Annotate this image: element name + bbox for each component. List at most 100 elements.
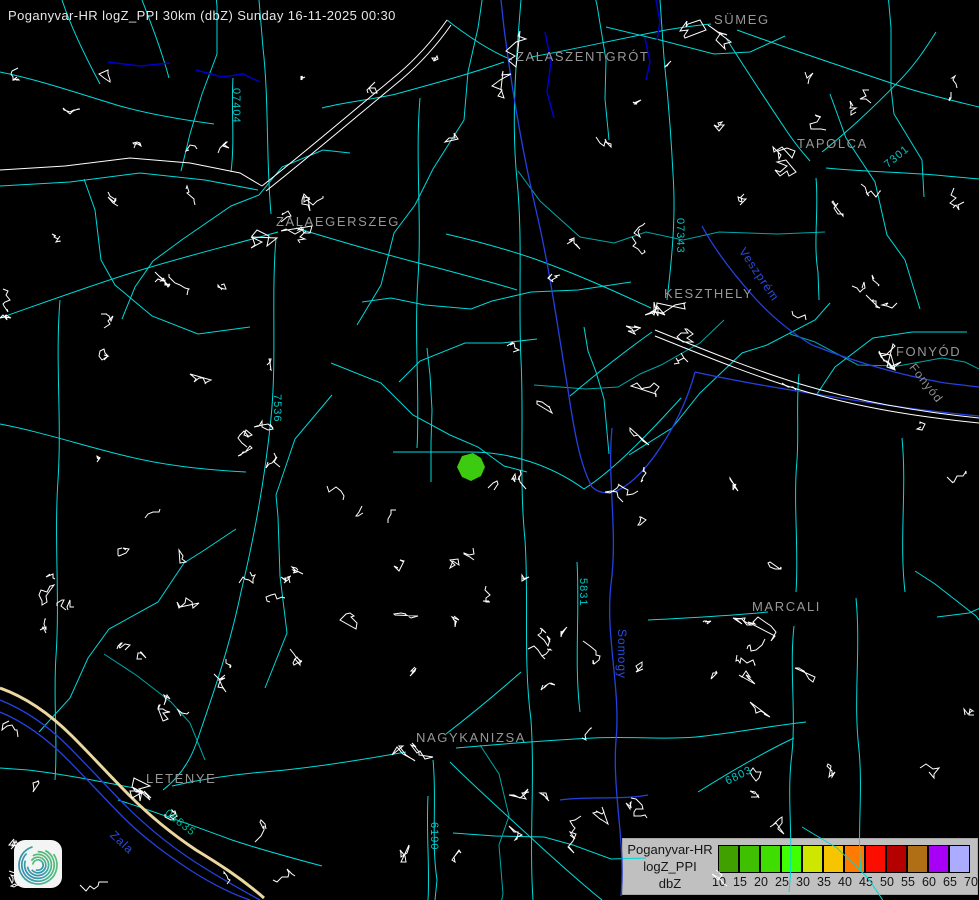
map-line <box>606 27 785 54</box>
map-line <box>218 681 226 692</box>
met-service-spiral-logo <box>14 840 62 888</box>
map-line <box>488 481 498 490</box>
map-line <box>522 575 529 581</box>
map-line <box>789 626 794 892</box>
map-line <box>680 20 706 38</box>
map-line <box>267 359 271 370</box>
map-line <box>218 142 229 153</box>
map-line <box>947 471 966 483</box>
map-line <box>179 550 186 563</box>
map-line <box>432 56 438 61</box>
map-line <box>775 160 796 176</box>
map-line <box>805 72 813 84</box>
map-line <box>169 274 189 295</box>
map-line <box>118 800 322 866</box>
map-line <box>605 484 624 502</box>
map-line <box>631 798 647 818</box>
map-line <box>266 453 280 468</box>
map-line <box>400 845 409 862</box>
map-line <box>137 652 146 659</box>
map-line <box>331 363 527 472</box>
map-line <box>450 559 459 568</box>
map-line <box>796 374 799 592</box>
map-line <box>394 613 418 618</box>
map-line <box>528 646 551 659</box>
map-line <box>281 576 291 583</box>
map-line <box>99 70 110 82</box>
map-line <box>826 168 979 179</box>
map-line <box>97 456 100 462</box>
map-line <box>738 194 746 205</box>
map-line <box>52 234 60 242</box>
map-line <box>46 574 55 579</box>
map-line <box>648 612 768 620</box>
map-line <box>702 226 812 345</box>
map-line <box>433 760 437 900</box>
map-line <box>570 816 581 832</box>
map-line <box>792 311 806 320</box>
map-line <box>259 0 271 214</box>
spiral-icon <box>14 840 62 888</box>
map-line <box>750 768 761 781</box>
map-line <box>399 339 537 382</box>
map-line <box>281 226 312 234</box>
map-line <box>622 487 638 495</box>
map-line <box>388 510 396 523</box>
map-line <box>568 832 576 853</box>
map-line <box>33 781 39 792</box>
map-line <box>852 282 865 292</box>
map-line <box>747 639 765 651</box>
map-line <box>446 672 521 734</box>
map-line <box>872 275 879 286</box>
map-line <box>239 572 255 583</box>
map-line <box>567 238 580 249</box>
map-line <box>492 71 511 98</box>
map-line <box>265 395 332 688</box>
map-line <box>327 486 344 500</box>
map-line <box>0 424 246 472</box>
map-line <box>514 0 533 900</box>
map-line <box>810 115 826 130</box>
map-line <box>480 745 509 900</box>
map-line <box>711 671 717 679</box>
map-line <box>445 133 458 142</box>
map-line <box>456 722 806 748</box>
map-line <box>634 223 645 237</box>
map-line <box>660 0 674 300</box>
map-line <box>537 401 552 413</box>
map-line <box>0 158 262 186</box>
map-line <box>172 752 406 786</box>
map-line <box>739 671 755 684</box>
map-line <box>773 147 795 159</box>
map-line <box>584 327 609 454</box>
map-line <box>186 145 197 151</box>
map-line <box>67 600 74 610</box>
map-line <box>583 641 600 664</box>
map-line <box>509 789 529 799</box>
map-line <box>917 422 925 430</box>
radar-product-title: Poganyvar-HR logZ_PPI 30km (dbZ) Sunday … <box>8 8 396 23</box>
map-line <box>736 655 755 665</box>
map-line <box>80 882 108 891</box>
spiral-arc <box>24 851 51 878</box>
map-line <box>631 383 659 397</box>
map-line <box>427 348 432 482</box>
map-line <box>190 374 211 384</box>
map-line <box>665 61 671 67</box>
map-line <box>750 791 759 798</box>
map-line <box>155 278 170 285</box>
map-line <box>104 654 205 760</box>
map-line <box>165 810 177 820</box>
map-line <box>238 430 252 447</box>
map-line <box>417 98 420 448</box>
map-line <box>231 78 233 172</box>
map-line <box>40 619 46 633</box>
map-line <box>0 173 258 190</box>
map-line <box>255 820 266 842</box>
map-line <box>850 101 856 115</box>
map-line <box>964 709 974 715</box>
map-line <box>733 618 751 625</box>
map-line <box>196 70 260 82</box>
map-line <box>57 600 66 610</box>
map-line <box>860 90 871 103</box>
